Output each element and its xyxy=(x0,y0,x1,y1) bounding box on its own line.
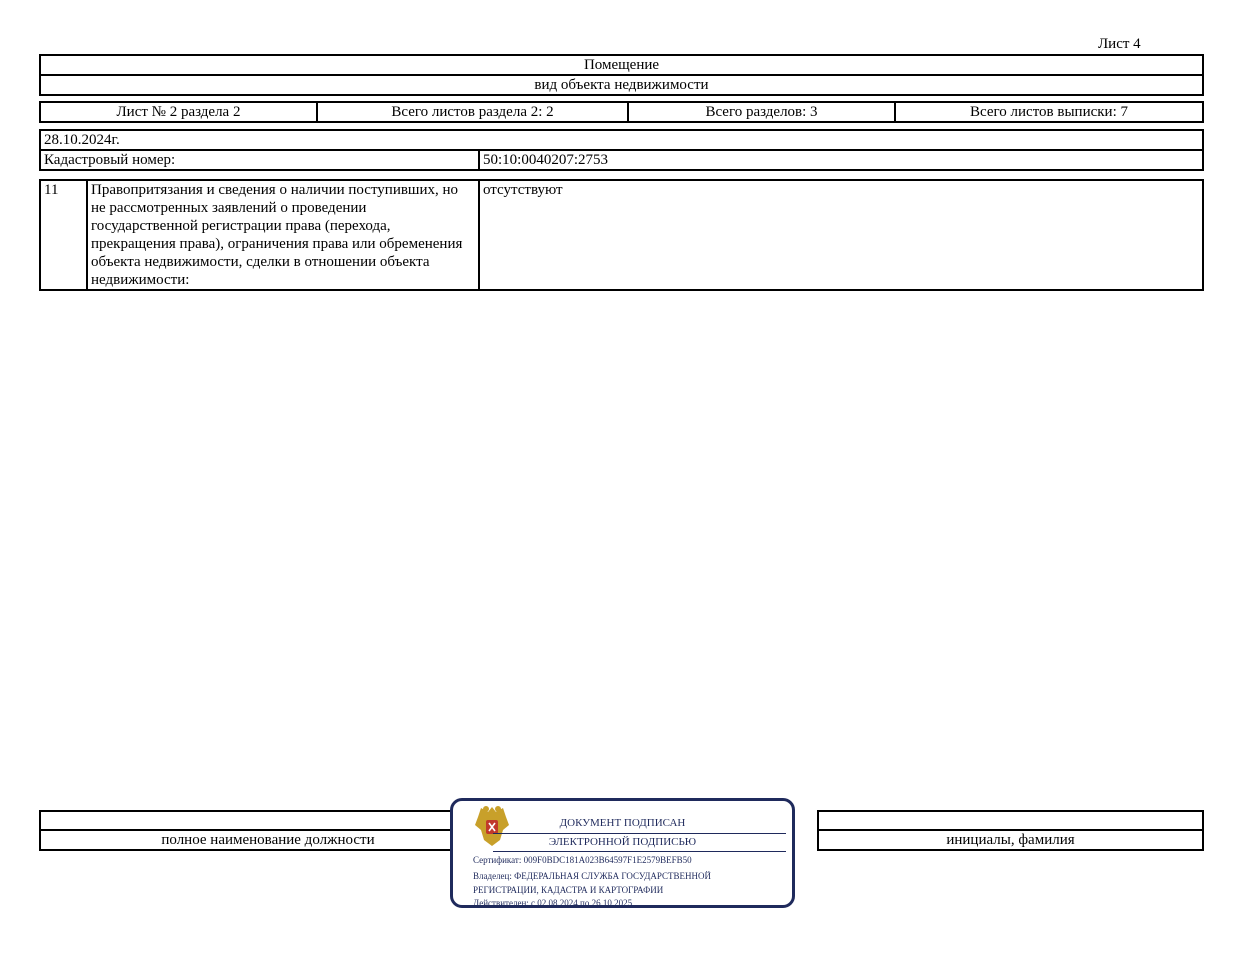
sheet-number: Лист 4 xyxy=(1098,36,1141,52)
object-type-caption: вид объекта недвижимости xyxy=(39,74,1204,96)
extract-date: 28.10.2024г. xyxy=(39,129,1204,151)
electronic-signature-stamp: ДОКУМЕНТ ПОДПИСАН ЭЛЕКТРОННОЙ ПОДПИСЬЮ С… xyxy=(450,798,795,908)
stamp-validity: Действителен: с 02.08.2024 по 26.10.2025 xyxy=(473,898,633,908)
claims-table: 11 Правопритязания и сведения о наличии … xyxy=(39,179,1204,291)
name-caption: инициалы, фамилия xyxy=(817,829,1204,851)
position-caption: полное наименование должности xyxy=(39,829,497,851)
total-sheets-extract: Всего листов выписки: 7 xyxy=(894,101,1204,123)
stamp-divider xyxy=(493,833,786,834)
position-blank xyxy=(39,810,497,831)
claims-value: отсутствуют xyxy=(478,179,1204,291)
stamp-owner-2: РЕГИСТРАЦИИ, КАДАСТРА И КАРТОГРАФИИ xyxy=(473,885,664,895)
stamp-certificate: Сертификат: 009F0BDC181A023B64597F1E2579… xyxy=(473,855,692,865)
stamp-title-2: ЭЛЕКТРОННОЙ ПОДПИСЬЮ xyxy=(548,836,697,848)
cadastral-label: Кадастровый номер: xyxy=(39,149,480,171)
sheets-info-table: Лист № 2 раздела 2 Всего листов раздела … xyxy=(39,101,1204,123)
stamp-title-1: ДОКУМЕНТ ПОДПИСАН xyxy=(559,817,686,829)
stamp-divider-2 xyxy=(493,851,786,852)
name-blank xyxy=(817,810,1204,831)
date-cadastral-table: 28.10.2024г. Кадастровый номер: 50:10:00… xyxy=(39,129,1204,171)
total-sections: Всего разделов: 3 xyxy=(627,101,896,123)
claims-row-number: 11 xyxy=(39,179,88,291)
sheet-of-section: Лист № 2 раздела 2 xyxy=(39,101,318,123)
stamp-owner-1: Владелец: ФЕДЕРАЛЬНАЯ СЛУЖБА ГОСУДАРСТВЕ… xyxy=(473,871,712,881)
total-sheets-section: Всего листов раздела 2: 2 xyxy=(316,101,629,123)
object-type: Помещение xyxy=(39,54,1204,76)
claims-description: Правопритязания и сведения о наличии пос… xyxy=(86,179,480,291)
cadastral-number: 50:10:0040207:2753 xyxy=(478,149,1204,171)
object-type-table: Помещение вид объекта недвижимости xyxy=(39,54,1204,96)
